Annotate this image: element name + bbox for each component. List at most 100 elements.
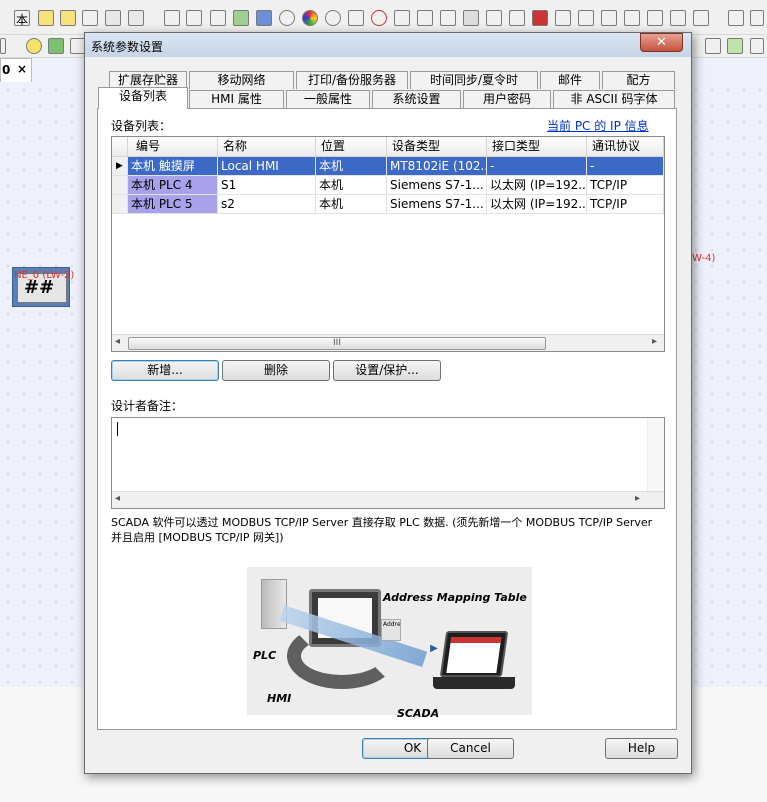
- close-button[interactable]: ✕: [640, 33, 683, 52]
- cell-device-type: Siemens S7-1...: [387, 176, 487, 195]
- scada-label: SCADA: [397, 707, 440, 720]
- tab-non-ascii-font[interactable]: 非 ASCII 码字体: [553, 90, 675, 108]
- system-parameters-dialog: 系统参数设置 ✕ 扩展存贮器 移动网络 打印/备份服务器 时间同步/夏令时 邮件…: [84, 32, 692, 774]
- pc-ip-info-link[interactable]: 当前 PC 的 IP 信息: [547, 117, 649, 134]
- toolbar-icon[interactable]: [279, 10, 295, 26]
- toolbar-icon[interactable]: [532, 10, 548, 26]
- scroll-left-arrow-icon[interactable]: ◂: [115, 493, 120, 504]
- vertical-scrollbar[interactable]: [647, 418, 664, 491]
- toolbar-icon[interactable]: [463, 10, 479, 26]
- toolbar-icon[interactable]: [82, 10, 98, 26]
- toolbar-icon[interactable]: [417, 10, 433, 26]
- cell-name: s2: [218, 195, 316, 214]
- cell-protocol: TCP/IP: [587, 195, 664, 214]
- designer-notes-textarea[interactable]: ◂ ▸: [111, 417, 665, 509]
- column-header-protocol[interactable]: 通讯协议: [587, 137, 664, 157]
- tab-system-settings[interactable]: 系统设置: [372, 90, 461, 108]
- tab-user-password[interactable]: 用户密码: [463, 90, 551, 108]
- toolbar-icon[interactable]: [728, 10, 744, 26]
- table-row[interactable]: 本机 PLC 4 S1 本机 Siemens S7-1... 以太网 (IP=1…: [112, 176, 664, 195]
- toolbar-icon[interactable]: [371, 10, 387, 26]
- toolbar-icon[interactable]: [601, 10, 617, 26]
- toolbar-icon[interactable]: [705, 38, 721, 54]
- toolbar-icon[interactable]: [394, 10, 410, 26]
- editor-tab-label: 0: [2, 63, 11, 77]
- cell-name: S1: [218, 176, 316, 195]
- toolbar-icon[interactable]: [440, 10, 456, 26]
- cell-interface: -: [487, 157, 587, 176]
- tab-device-list[interactable]: 设备列表: [98, 87, 188, 109]
- scrollbar-thumb[interactable]: III: [128, 337, 546, 350]
- toolbar-icon[interactable]: [105, 10, 121, 26]
- widget-label: NE_0 (LW-2): [14, 270, 75, 281]
- add-device-button[interactable]: 新增...: [111, 360, 219, 381]
- toolbar-icon[interactable]: [486, 10, 502, 26]
- table-row[interactable]: ▶ 本机 触摸屏 Local HMI 本机 MT8102iE (102... -…: [112, 157, 664, 176]
- close-icon[interactable]: ×: [17, 62, 27, 76]
- toolbar-icon[interactable]: [727, 38, 743, 54]
- column-header-name[interactable]: 名称: [218, 137, 316, 157]
- toolbar-icon[interactable]: [128, 10, 144, 26]
- cell-device-type: Siemens S7-1...: [387, 195, 487, 214]
- address-sheet-graphic: Address: [381, 619, 401, 641]
- device-list-panel: 设备列表： 当前 PC 的 IP 信息 编号 名称 位置 设备类型 接口类型 通…: [97, 108, 677, 730]
- tab-mobile-network[interactable]: 移动网络: [189, 71, 294, 89]
- tab-hmi-properties[interactable]: HMI 属性: [189, 90, 284, 108]
- toolbar-icon[interactable]: [48, 38, 64, 54]
- device-table: 编号 名称 位置 设备类型 接口类型 通讯协议 ▶ 本机 触摸屏 Local H…: [111, 136, 665, 352]
- device-list-label: 设备列表：: [111, 119, 172, 133]
- toolbar-icon[interactable]: [164, 10, 180, 26]
- toolbar-icon[interactable]: [256, 10, 272, 26]
- column-header-no[interactable]: 编号: [128, 137, 218, 157]
- toolbar-icon[interactable]: [302, 10, 318, 26]
- row-header-corner: [112, 137, 128, 157]
- cell-location: 本机: [316, 195, 387, 214]
- toolbar-icon[interactable]: [210, 10, 226, 26]
- scroll-right-arrow-icon[interactable]: ▸: [652, 336, 657, 347]
- column-header-location[interactable]: 位置: [316, 137, 387, 157]
- bulb-icon[interactable]: [26, 38, 42, 54]
- laptop-graphic: [439, 631, 509, 677]
- dialog-titlebar[interactable]: 系统参数设置 ✕: [85, 33, 691, 57]
- laptop-screen-graphic: [446, 637, 502, 673]
- toolbar-icon[interactable]: [624, 10, 640, 26]
- toolbar-icon[interactable]: [647, 10, 663, 26]
- tab-recipe[interactable]: 配方: [602, 71, 675, 89]
- toolbar-icon[interactable]: [578, 10, 594, 26]
- toolbar-icon[interactable]: [348, 10, 364, 26]
- tab-print-backup-server[interactable]: 打印/备份服务器: [296, 71, 408, 89]
- toolbar-icon[interactable]: [509, 10, 525, 26]
- cell-location: 本机: [316, 157, 387, 176]
- tab-time-sync-dst[interactable]: 时间同步/夏令时: [410, 71, 538, 89]
- dialog-title: 系统参数设置: [91, 40, 164, 54]
- toolbar-icon[interactable]: [555, 10, 571, 26]
- toolbar-icon[interactable]: [750, 38, 764, 54]
- column-header-interface[interactable]: 接口类型: [487, 137, 587, 157]
- laptop-base-graphic: [433, 677, 515, 689]
- toolbar-icon[interactable]: [186, 10, 202, 26]
- editor-tab[interactable]: 0 ×: [0, 58, 32, 82]
- cancel-button[interactable]: Cancel: [427, 738, 514, 759]
- toolbar-icon[interactable]: [233, 10, 249, 26]
- toolbar-icon[interactable]: [38, 10, 54, 26]
- cell-name: Local HMI: [218, 157, 316, 176]
- horizontal-scrollbar[interactable]: ◂ III ▸: [112, 334, 664, 351]
- toolbar-icon[interactable]: [693, 10, 709, 26]
- help-button[interactable]: Help: [605, 738, 678, 759]
- settings-protect-button[interactable]: 设置/保护...: [333, 360, 441, 381]
- toolbar-icon[interactable]: [325, 10, 341, 26]
- tab-email[interactable]: 邮件: [540, 71, 600, 89]
- hmi-label: HMI: [267, 692, 292, 705]
- toolbar-icon[interactable]: [670, 10, 686, 26]
- horizontal-scrollbar[interactable]: ◂ ▸: [112, 491, 664, 508]
- toolbar-icon[interactable]: [60, 10, 76, 26]
- table-row[interactable]: 本机 PLC 5 s2 本机 Siemens S7-1... 以太网 (IP=1…: [112, 195, 664, 214]
- cell-interface: 以太网 (IP=192...: [487, 176, 587, 195]
- scroll-right-arrow-icon[interactable]: ▸: [635, 493, 640, 504]
- column-header-device-type[interactable]: 设备类型: [387, 137, 487, 157]
- tab-general-properties[interactable]: 一般属性: [286, 90, 370, 108]
- toolbar-icon[interactable]: [0, 38, 6, 54]
- scroll-left-arrow-icon[interactable]: ◂: [115, 336, 120, 347]
- delete-device-button[interactable]: 删除: [222, 360, 330, 381]
- toolbar-icon[interactable]: [750, 10, 764, 26]
